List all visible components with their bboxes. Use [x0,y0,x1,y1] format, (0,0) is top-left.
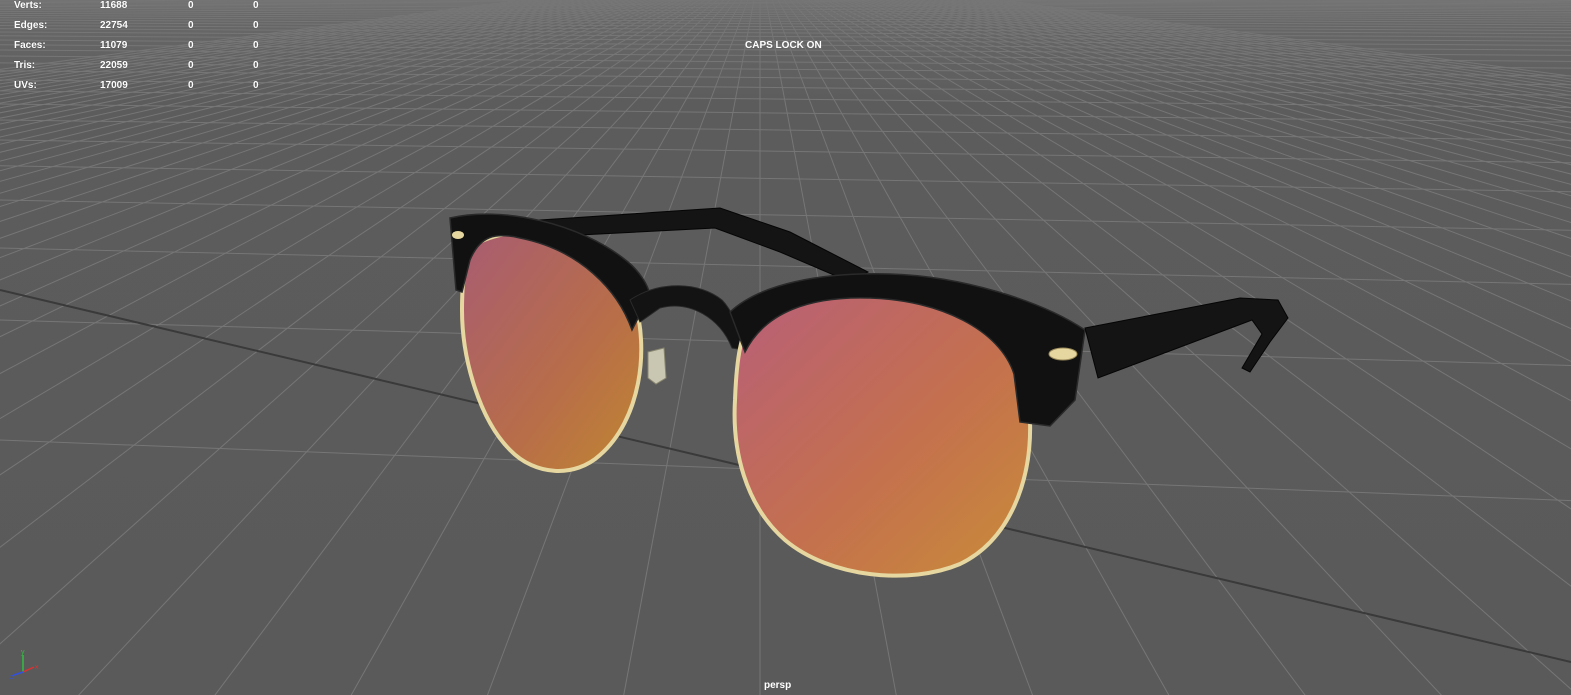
hud-total: 11079 [100,40,128,51]
hud-selected: 0 [188,60,194,71]
hud-row-faces: Faces: 11079 0 0 [14,40,274,60]
hud-total: 17009 [100,80,128,91]
axis-gizmo-icon: y x z [10,649,39,681]
hud-component: 0 [253,40,259,51]
viewport-scene[interactable] [0,0,1571,695]
z-axis-icon [13,671,24,676]
z-axis-label: z [10,674,14,681]
hud-selected: 0 [188,20,194,31]
hud-label: UVs: [14,80,37,91]
hud-total: 22754 [100,20,128,31]
hud-label: Verts: [14,0,42,11]
hud-component: 0 [253,80,259,91]
x-axis-icon [22,666,35,673]
hud-row-verts: Verts: 11688 0 0 [14,0,274,20]
hud-component: 0 [253,60,259,71]
hud-row-tris: Tris: 22059 0 0 [14,60,274,80]
hud-row-edges: Edges: 22754 0 0 [14,20,274,40]
hud-label: Edges: [14,20,48,31]
nose-pad[interactable] [647,347,667,385]
hud-total: 22059 [100,60,128,71]
hud-label: Tris: [14,60,36,71]
right-lens[interactable] [732,292,1033,578]
hud-selected: 0 [188,0,194,11]
hud-row-uvs: UVs: 17009 0 0 [14,80,274,100]
caps-lock-indicator: CAPS LOCK ON [745,40,822,51]
y-axis-label: y [21,649,25,656]
right-hinge-rivet [1048,347,1078,361]
viewport-persp[interactable]: Verts: 11688 0 0 Edges: 22754 0 0 Faces:… [0,0,1571,695]
left-hinge-rivet [452,231,464,239]
camera-name-label: persp [764,680,792,691]
hud-selected: 0 [188,40,194,51]
hud-total: 11688 [100,0,128,11]
hud-component: 0 [253,20,259,31]
hud-selected: 0 [188,80,194,91]
hud-component: 0 [253,0,259,11]
hud-label: Faces: [14,40,46,51]
x-axis-label: x [35,664,39,671]
poly-count-hud: Verts: 11688 0 0 Edges: 22754 0 0 Faces:… [14,0,274,100]
